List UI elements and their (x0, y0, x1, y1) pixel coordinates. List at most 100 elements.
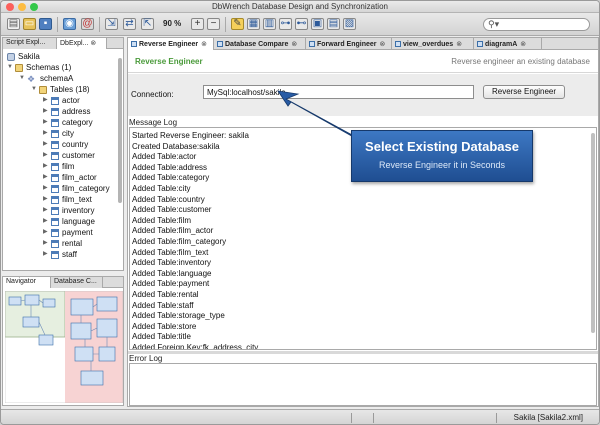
tree-item-table[interactable]: ▶ category (43, 117, 93, 128)
tab-view-overdues[interactable]: view_overdues ⊗ (392, 38, 474, 50)
connection-label: Connection: (131, 90, 174, 99)
email-icon[interactable]: @ (81, 18, 94, 30)
zoom-out-icon[interactable]: − (207, 18, 220, 30)
expand-right-icon[interactable]: ▶ (43, 183, 51, 194)
align-icon[interactable]: ▧ (343, 18, 356, 30)
tree-item-table[interactable]: ▶ film (43, 161, 74, 172)
navigator-minimap[interactable] (5, 291, 123, 403)
tree-item-table[interactable]: ▶ film_actor (43, 172, 97, 183)
reverse-engineer-icon[interactable]: ⇱ (141, 18, 154, 30)
expand-down-icon[interactable]: ▼ (31, 84, 39, 95)
navigator-tabs: Navigator Database C... (3, 277, 123, 288)
tab-diagram-a[interactable]: diagramA ⊗ (474, 38, 542, 50)
expand-right-icon[interactable]: ▶ (43, 161, 51, 172)
log-line: Added Table:category (132, 173, 210, 183)
expand-right-icon[interactable]: ▶ (43, 172, 51, 183)
message-log-scrollbar[interactable] (591, 133, 595, 333)
zoom-level[interactable]: 90 % (163, 19, 181, 28)
link-tool-icon[interactable]: ⊷ (295, 18, 308, 30)
app-window: DbWrench Database Design and Synchroniza… (0, 0, 600, 425)
expand-right-icon[interactable]: ▶ (43, 117, 51, 128)
tree-item-table[interactable]: ▶ customer (43, 150, 95, 161)
callout-subtitle: Reverse Engineer it in Seconds (378, 160, 506, 170)
tree-item-schemas[interactable]: ▼ Schemas (1) (7, 62, 71, 73)
expand-right-icon[interactable]: ▶ (43, 205, 51, 216)
reverse-engineer-icon (131, 41, 137, 47)
tree-item-table[interactable]: ▶ address (43, 106, 90, 117)
tab-navigator[interactable]: Navigator (3, 277, 51, 288)
callout-title: Select Existing Database (365, 139, 519, 154)
database-icon[interactable]: ◉ (63, 18, 76, 30)
log-line: Added Table:film_actor (132, 226, 214, 236)
forward-engineer-icon[interactable]: ⇲ (105, 18, 118, 30)
expand-right-icon[interactable]: ▶ (43, 95, 51, 106)
close-tab-icon[interactable]: ⊗ (456, 41, 462, 48)
table-icon (51, 162, 59, 171)
log-line: Started Reverse Engineer: sakila (132, 131, 249, 140)
tree-item-table[interactable]: ▶ payment (43, 227, 93, 238)
close-tab-icon[interactable]: ⊗ (520, 41, 526, 48)
connection-field[interactable]: MySql:localhost/sakila (203, 85, 474, 99)
expand-down-icon[interactable]: ▼ (7, 62, 15, 73)
close-tab-icon[interactable]: ⊗ (201, 41, 207, 48)
tree-item-table[interactable]: ▶ inventory (43, 205, 94, 216)
search-input[interactable]: ⚲▾ (483, 18, 590, 31)
tree-item-tables[interactable]: ▼ Tables (18) (31, 84, 90, 95)
expand-down-icon[interactable]: ▼ (19, 73, 27, 84)
new-file-icon[interactable]: ▤ (7, 18, 20, 30)
schema-icon: ❖ (27, 73, 36, 84)
close-tab-icon[interactable]: ⊗ (380, 41, 386, 48)
tree-item-table[interactable]: ▶ film_category (43, 183, 110, 194)
tab-database-compare[interactable]: Database Compare ⊗ (214, 38, 306, 50)
expand-right-icon[interactable]: ▶ (43, 128, 51, 139)
tree-item-table[interactable]: ▶ actor (43, 95, 80, 106)
save-icon[interactable]: ▪ (39, 18, 52, 30)
explorer-panel: Script Expl... DbExpl... ⊗ Sakila ▼ Schema… (2, 37, 124, 271)
expand-right-icon[interactable]: ▶ (43, 106, 51, 117)
open-folder-icon[interactable]: ▭ (23, 18, 36, 30)
table-tool-icon[interactable]: ▦ (247, 18, 260, 30)
expand-right-icon[interactable]: ▶ (43, 150, 51, 161)
tab-reverse-engineer[interactable]: Reverse Engineer ⊗ (128, 38, 214, 50)
tree-item-schema[interactable]: ▼ ❖ schemaA (19, 73, 73, 84)
title-bar: DbWrench Database Design and Synchroniza… (1, 1, 599, 13)
tree-item-table[interactable]: ▶ staff (43, 249, 77, 260)
expand-right-icon[interactable]: ▶ (43, 139, 51, 150)
explorer-scrollbar[interactable] (118, 58, 122, 203)
reverse-engineer-button[interactable]: Reverse Engineer (483, 85, 565, 99)
tree-item-table[interactable]: ▶ country (43, 139, 88, 150)
error-log[interactable] (129, 363, 597, 406)
tree-item-table[interactable]: ▶ city (43, 128, 74, 139)
view-tool-icon[interactable]: ▥ (263, 18, 276, 30)
connection-area: Connection: MySql:localhost/sakila Rever… (128, 74, 598, 116)
layout-icon[interactable]: ▣ (311, 18, 324, 30)
tab-forward-engineer[interactable]: Forward Engineer ⊗ (306, 38, 392, 50)
expand-right-icon[interactable]: ▶ (43, 227, 51, 238)
log-line: Added Table:country (132, 194, 205, 204)
splitter[interactable] (128, 351, 598, 354)
tab-database-compare-nav[interactable]: Database C... (51, 277, 103, 288)
grid-icon[interactable]: ▤ (327, 18, 340, 30)
expand-right-icon[interactable]: ▶ (43, 216, 51, 227)
expand-right-icon[interactable]: ▶ (43, 249, 51, 260)
tree-item-table[interactable]: ▶ rental (43, 238, 82, 249)
log-line: Added Table:film (132, 215, 191, 225)
database-icon (7, 52, 15, 61)
zoom-in-icon[interactable]: + (191, 18, 204, 30)
tree-item-table[interactable]: ▶ film_text (43, 194, 92, 205)
tree-item-table[interactable]: ▶ language (43, 216, 95, 227)
tree-item-database[interactable]: Sakila (7, 51, 40, 62)
tab-db-explorer[interactable]: DbExpl... ⊗ (57, 38, 107, 49)
table-icon (51, 239, 59, 248)
expand-right-icon[interactable]: ▶ (43, 194, 51, 205)
expand-right-icon[interactable]: ▶ (43, 238, 51, 249)
note-icon[interactable]: ✎ (231, 18, 244, 30)
relationship-tool-icon[interactable]: ⊶ (279, 18, 292, 30)
tab-script-explorer[interactable]: Script Expl... (3, 38, 57, 49)
panel-header: Reverse Engineer Reverse engineer an exi… (128, 51, 598, 73)
table-icon (51, 107, 59, 116)
close-tab-icon[interactable]: ⊗ (90, 40, 96, 47)
close-tab-icon[interactable]: ⊗ (291, 41, 297, 48)
compare-icon[interactable]: ⇄ (123, 18, 136, 30)
callout-box: Select Existing Database Reverse Enginee… (351, 130, 533, 182)
